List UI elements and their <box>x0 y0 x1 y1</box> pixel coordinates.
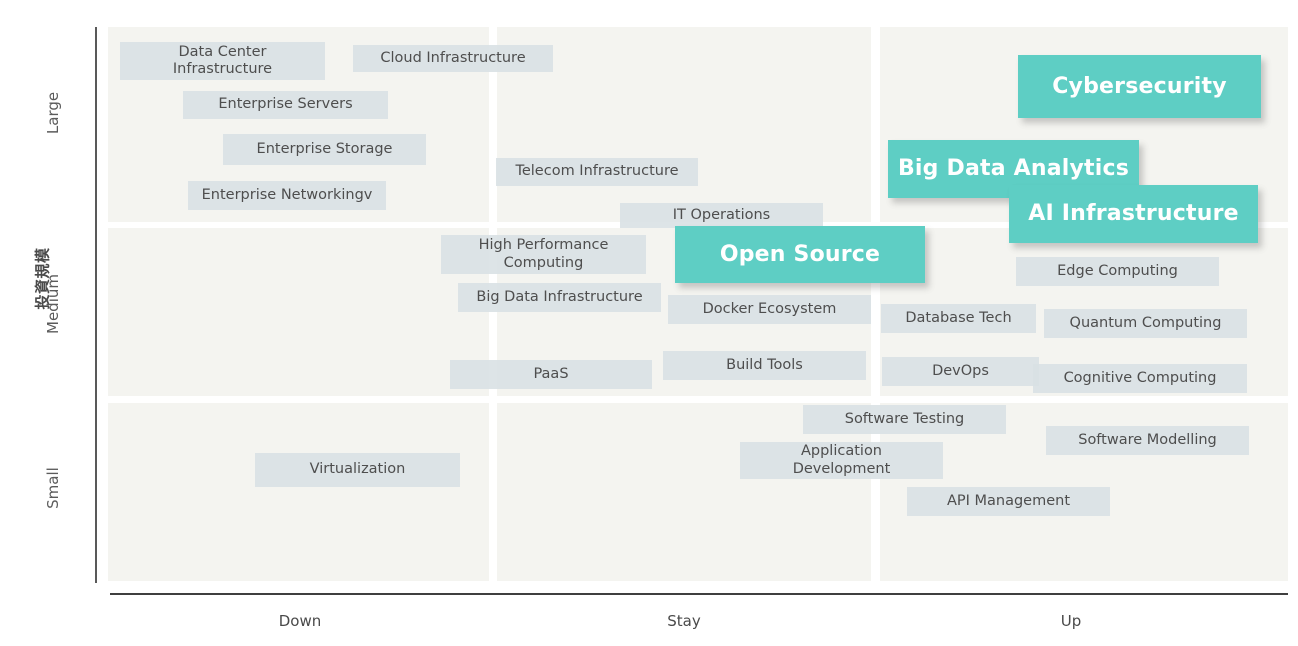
item-box[interactable]: High Performance Computing <box>441 235 646 274</box>
item-box[interactable]: IT Operations <box>620 203 823 228</box>
item-box[interactable]: Quantum Computing <box>1044 309 1247 338</box>
item-box-label: IT Operations <box>672 206 771 223</box>
item-box[interactable]: Cloud Infrastructure <box>353 45 553 72</box>
x-tick-down: Down <box>278 612 322 630</box>
item-box[interactable]: Edge Computing <box>1016 257 1219 286</box>
item-box[interactable]: Telecom Infrastructure <box>496 158 698 186</box>
item-box[interactable]: Enterprise Networkingv <box>188 181 386 210</box>
item-box[interactable]: Docker Ecosystem <box>668 295 871 324</box>
item-box-label: Big Data Analytics <box>897 156 1130 182</box>
item-box-label: Virtualization <box>309 461 406 478</box>
item-box-label: Enterprise Networkingv <box>201 186 373 203</box>
item-box-label: DevOps <box>932 362 989 379</box>
highlight-item-box[interactable]: Open Source <box>675 226 925 283</box>
item-box-label: Telecom Infrastructure <box>515 163 679 180</box>
item-box-label: Enterprise Storage <box>256 140 393 157</box>
item-box-label: API Management <box>946 492 1071 509</box>
item-box[interactable]: Application Development <box>740 442 943 479</box>
item-box[interactable]: Software Modelling <box>1046 426 1249 455</box>
y-axis-line <box>95 27 97 583</box>
item-box[interactable]: Cognitive Computing <box>1033 364 1247 393</box>
item-box-label: Build Tools <box>726 356 803 373</box>
item-box-label: PaaS <box>533 365 569 382</box>
x-tick-up: Up <box>1060 612 1082 630</box>
item-box[interactable]: Software Testing <box>803 405 1006 434</box>
item-box[interactable]: Big Data Infrastructure <box>458 283 661 312</box>
x-axis-line <box>110 593 1288 595</box>
item-box-label: Software Testing <box>844 410 965 427</box>
item-box[interactable]: Enterprise Servers <box>183 91 388 119</box>
item-box-label: Cognitive Computing <box>1063 369 1217 386</box>
grid-cell <box>108 403 489 581</box>
item-box-label: High Performance Computing <box>478 237 609 271</box>
item-box-label: Application Development <box>792 443 891 477</box>
item-box-label: Big Data Infrastructure <box>476 288 643 305</box>
item-box-label: Cloud Infrastructure <box>380 49 526 66</box>
item-box-label: Software Modelling <box>1078 431 1217 448</box>
y-tick-medium: Medium <box>44 274 62 334</box>
item-box[interactable]: API Management <box>907 487 1110 516</box>
y-tick-small: Small <box>44 467 62 509</box>
item-box-label: AI Infrastructure <box>1028 201 1239 227</box>
item-box[interactable]: Data Center Infrastructure <box>120 42 325 80</box>
chart-canvas: 投資規模 Large Medium Small Down Stay Up Dat… <box>0 0 1298 646</box>
item-box[interactable]: Enterprise Storage <box>223 134 426 165</box>
item-box[interactable]: Build Tools <box>663 351 866 380</box>
item-box-label: Database Tech <box>905 309 1012 326</box>
item-box[interactable]: Virtualization <box>255 453 460 487</box>
item-box-label: Cybersecurity <box>1052 73 1227 99</box>
item-box-label: Data Center Infrastructure <box>172 43 273 77</box>
item-box[interactable]: Database Tech <box>881 304 1036 333</box>
item-box-label: Edge Computing <box>1057 262 1178 279</box>
highlight-item-box[interactable]: Cybersecurity <box>1018 55 1261 118</box>
item-box-label: Docker Ecosystem <box>702 300 837 317</box>
item-box[interactable]: PaaS <box>450 360 652 389</box>
grid-cell <box>497 27 871 222</box>
item-box-label: Enterprise Servers <box>218 96 353 113</box>
y-tick-large: Large <box>44 91 62 135</box>
grid-cell <box>108 228 489 396</box>
item-box-label: Open Source <box>719 241 881 267</box>
item-box-label: Quantum Computing <box>1069 314 1222 331</box>
item-box[interactable]: DevOps <box>882 357 1039 386</box>
highlight-item-box[interactable]: AI Infrastructure <box>1009 185 1258 243</box>
x-tick-stay: Stay <box>667 612 701 630</box>
